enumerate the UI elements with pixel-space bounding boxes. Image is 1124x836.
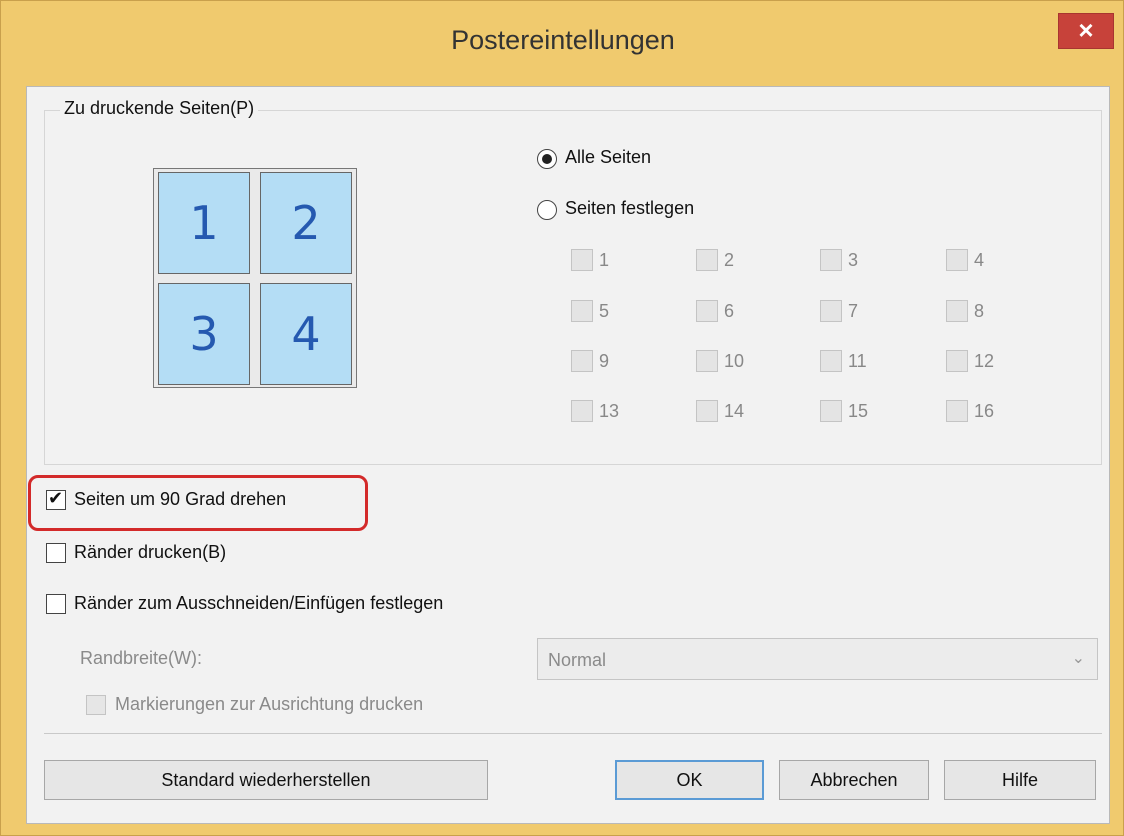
margin-width-select[interactable]: Normal ⌄ (537, 638, 1098, 680)
checkbox-box[interactable] (571, 249, 593, 271)
radio-all-pages-label[interactable]: Alle Seiten (565, 147, 651, 168)
radio-all-pages[interactable] (537, 149, 557, 169)
preview-tile-3: 3 (158, 283, 250, 385)
checkbox-box[interactable] (820, 300, 842, 322)
margin-width-value: Normal (548, 650, 607, 670)
checkbox-box[interactable] (571, 350, 593, 372)
page-checkbox-label: 14 (724, 401, 745, 421)
page-checkbox-label: 15 (848, 401, 869, 421)
pages-group-label-text: Zu druckende Seiten(P) (64, 98, 255, 118)
preview-tile-4: 4 (260, 283, 352, 385)
cancel-button[interactable]: Abbrechen (779, 760, 929, 800)
checkbox-box[interactable] (820, 400, 842, 422)
page-checkbox-label: 5 (599, 301, 610, 321)
checkbox-box[interactable] (696, 400, 718, 422)
dialog-title: Postereintellungen (451, 25, 675, 55)
page-checkbox-label: 4 (974, 250, 985, 270)
alignment-marks-label[interactable]: Markierungen zur Ausrichtung drucken (115, 694, 423, 715)
help-button[interactable]: Hilfe (944, 760, 1096, 800)
margin-width-label: Randbreite(W): (80, 648, 203, 668)
page-checkbox-label: 2 (724, 250, 735, 270)
restore-defaults-button[interactable]: Standard wiederherstellen (44, 760, 488, 800)
checkbox-box[interactable] (571, 400, 593, 422)
preview-tile-2: 2 (260, 172, 352, 274)
page-checkbox-label: 8 (974, 301, 985, 321)
close-button[interactable]: × (1058, 13, 1114, 49)
checkbox-box[interactable] (571, 300, 593, 322)
page-checkbox-label: 12 (974, 351, 995, 371)
radio-specify-pages-label[interactable]: Seiten festlegen (565, 198, 694, 219)
ok-button[interactable]: OK (615, 760, 764, 800)
cut-paste-margins-checkbox[interactable] (46, 594, 66, 614)
radio-specify-pages[interactable] (537, 200, 557, 220)
page-checkbox-label: 9 (599, 351, 610, 371)
checkbox-box[interactable] (696, 249, 718, 271)
preview-tile-1: 1 (158, 172, 250, 274)
checkbox-box[interactable] (946, 249, 968, 271)
page-checkbox-label: 6 (724, 301, 735, 321)
rotate-pages-label[interactable]: Seiten um 90 Grad drehen (74, 489, 286, 510)
cut-paste-margins-label[interactable]: Ränder zum Ausschneiden/Einfügen festleg… (74, 593, 443, 614)
checkbox-box[interactable] (696, 300, 718, 322)
checkbox-box[interactable] (820, 249, 842, 271)
print-borders-label[interactable]: Ränder drucken(B) (74, 542, 226, 563)
checkbox-box[interactable] (946, 300, 968, 322)
page-checkbox-label: 11 (848, 351, 867, 371)
page-checkbox-label: 10 (724, 351, 745, 371)
separator (44, 733, 1102, 734)
page-checkbox-label: 1 (599, 250, 610, 270)
pages-group-label: Zu druckende Seiten(P) (60, 98, 259, 119)
rotate-pages-checkbox[interactable] (46, 488, 66, 510)
checkbox-box[interactable] (946, 350, 968, 372)
checkbox-box[interactable] (820, 350, 842, 372)
page-checkbox-label: 13 (599, 401, 620, 421)
page-checkbox-label: 16 (974, 401, 995, 421)
print-borders-checkbox[interactable] (46, 543, 66, 563)
title-bar[interactable]: Postereintellungen × (1, 1, 1124, 83)
checkbox-box[interactable] (696, 350, 718, 372)
checkbox-box[interactable] (946, 400, 968, 422)
alignment-marks-checkbox[interactable] (86, 695, 106, 715)
page-checkbox-label: 3 (848, 250, 859, 270)
chevron-down-icon: ⌄ (1071, 650, 1085, 667)
page-checkbox-label: 7 (848, 301, 859, 321)
